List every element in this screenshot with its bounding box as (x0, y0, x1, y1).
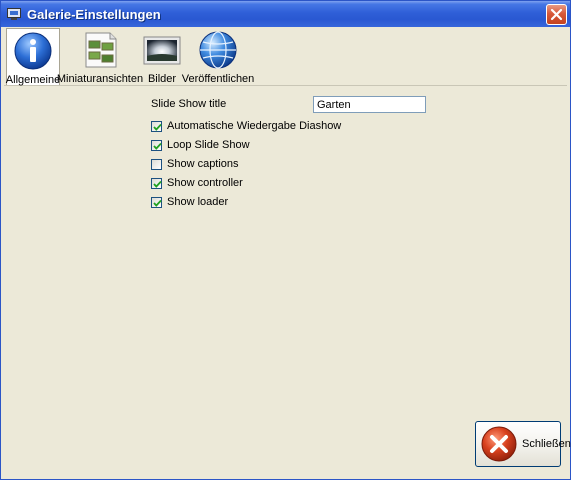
picture-icon (142, 30, 182, 70)
close-icon (480, 425, 518, 463)
tab-allgemeine[interactable]: Allgemeine (5, 28, 61, 86)
general-settings-panel: Slide Show title Automatische Wiedergabe… (1, 87, 571, 479)
close-icon (550, 8, 563, 21)
option-label: Show controller (167, 177, 243, 189)
close-button-label: Schließen (522, 438, 571, 450)
monitor-icon (6, 7, 22, 21)
thumbnails-icon (80, 30, 120, 70)
checkbox[interactable] (151, 158, 162, 170)
category-toolbar: Allgemeine Miniaturansichten Bilder Verö… (4, 28, 567, 86)
option-label: Automatische Wiedergabe Diashow (167, 120, 342, 132)
checkmark-icon (153, 123, 162, 131)
tab-label: Veröffentlichen (181, 73, 255, 85)
option-label: Show captions (167, 158, 239, 170)
checkbox[interactable] (151, 196, 162, 208)
globe-icon (198, 30, 238, 70)
checkbox[interactable] (151, 139, 162, 151)
option-label: Loop Slide Show (167, 139, 250, 151)
slide-show-title-label: Slide Show title (151, 98, 227, 110)
checkmark-icon (153, 142, 162, 150)
info-icon (13, 31, 53, 71)
option-label: Show loader (167, 196, 229, 208)
option-captions[interactable]: Show captions (151, 157, 239, 171)
window-title: Galerie-Einstellungen (27, 6, 161, 22)
option-loop[interactable]: Loop Slide Show (151, 138, 250, 152)
option-autoplay[interactable]: Automatische Wiedergabe Diashow (151, 119, 341, 133)
option-controller[interactable]: Show controller (151, 176, 243, 190)
checkbox[interactable] (151, 120, 162, 132)
checkmark-icon (153, 180, 162, 188)
window-close-button[interactable] (546, 4, 567, 25)
option-loader[interactable]: Show loader (151, 195, 228, 209)
slide-show-title-input[interactable] (313, 96, 426, 113)
close-button[interactable]: Schließen (475, 421, 571, 467)
tab-label: Miniaturansichten (56, 73, 144, 85)
tab-bilder[interactable]: Bilder (140, 28, 184, 85)
tab-label: Allgemeine (5, 74, 61, 86)
tab-miniaturansichten[interactable]: Miniaturansichten (57, 28, 143, 85)
settings-dialog: Galerie-Einstellungen Allgemeine Miniatu… (0, 0, 571, 480)
checkmark-icon (153, 199, 162, 207)
tab-veroeffentlichen[interactable]: Veröffentlichen (182, 28, 254, 85)
title-bar[interactable]: Galerie-Einstellungen (1, 1, 570, 27)
tab-label: Bilder (147, 73, 177, 85)
checkbox[interactable] (151, 177, 162, 189)
